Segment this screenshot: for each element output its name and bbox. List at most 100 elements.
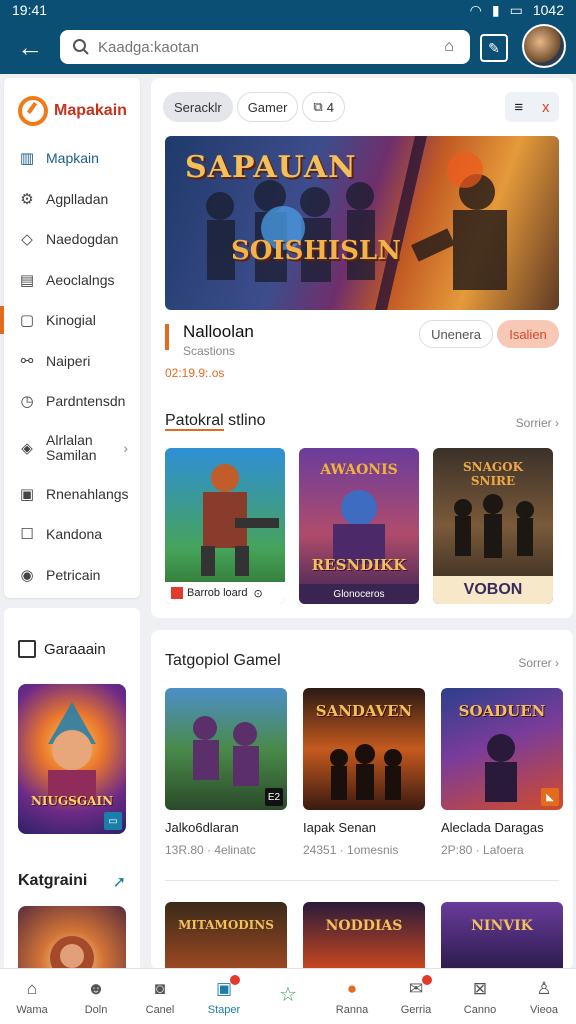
caption-badge-icon bbox=[171, 587, 183, 599]
avatar[interactable] bbox=[522, 24, 566, 68]
game-banner-text: AWAONIS bbox=[320, 462, 398, 478]
sidebar-item-radio[interactable]: ◉ Petricain bbox=[4, 555, 140, 596]
banner-title: SAPAUAN bbox=[185, 150, 357, 185]
filter-controls: ≡ x bbox=[505, 92, 559, 122]
sidebar-item-tags[interactable]: ◇ Naedogdan bbox=[4, 219, 140, 260]
nav-home[interactable]: ⌂ Wama bbox=[0, 969, 64, 1024]
star-icon: ☆ bbox=[279, 984, 297, 1006]
search-icon bbox=[70, 36, 92, 58]
sidebar-item-settings[interactable]: ⚙ Agplladan bbox=[4, 179, 140, 220]
game-meta: 24351 · 1omesnis bbox=[303, 843, 399, 857]
wifi-icon: ◠ bbox=[469, 1, 482, 18]
side-thumb-label: NIUGSGAIN bbox=[30, 794, 114, 808]
nav-people[interactable]: ☻ Doln bbox=[64, 969, 128, 1024]
controller-icon: ⊙ bbox=[253, 587, 263, 600]
game-card[interactable]: SNAGOK SNIRE VOBON bbox=[433, 448, 553, 604]
game-name: Iapak Senan bbox=[303, 820, 377, 835]
clock-icon: ◷ bbox=[20, 393, 34, 411]
featured-banner[interactable]: SAPAUAN SOISHISLN bbox=[165, 136, 559, 310]
game-tag: SNAGOK SNIRE bbox=[462, 460, 524, 488]
side-game-thumbnail-2[interactable] bbox=[18, 906, 126, 976]
chip-search[interactable]: Seracklr bbox=[163, 92, 233, 122]
banner-subtitle: SOISHISLN bbox=[231, 236, 401, 266]
promo-title: Nalloolan bbox=[183, 322, 254, 341]
checkbox-icon: ☐ bbox=[20, 526, 34, 544]
game-meta: 13R.80 · 4elinatc bbox=[165, 843, 256, 857]
game-meta: 2P:80 · Lafoera bbox=[441, 843, 524, 857]
sidebar-item-library[interactable]: ▥ Mapkain bbox=[4, 138, 140, 179]
back-arrow-icon[interactable]: ← bbox=[8, 25, 52, 69]
close-icon[interactable]: x bbox=[542, 99, 550, 116]
install-button[interactable]: Isalien bbox=[497, 320, 559, 348]
promo-meta: Scastions bbox=[183, 344, 236, 358]
game-caption: Barrob loard bbox=[187, 587, 248, 599]
sidebar-item-documents[interactable]: ▤ Aeoclalngs bbox=[4, 260, 140, 301]
search-bar[interactable]: ⌂ bbox=[60, 30, 470, 64]
section-title: Patokral stlino bbox=[165, 412, 266, 431]
wishlist-button[interactable]: Unenera bbox=[419, 320, 493, 348]
section-more-link[interactable]: Sorrer › bbox=[518, 656, 559, 670]
menu-icon[interactable]: ≡ bbox=[514, 99, 523, 116]
game-row: E2 Jalko6dlaran 13R.80 · 4elinatc SANDAV… bbox=[165, 688, 563, 857]
game-name: Aleclada Daragas bbox=[441, 820, 544, 835]
game-card[interactable]: Barrob loard ⊙ bbox=[165, 448, 285, 604]
nav-messages[interactable]: ✉ Gerria bbox=[384, 969, 448, 1024]
side-section-header: Garaaain bbox=[4, 608, 140, 658]
inbox-icon: ▣ bbox=[19, 485, 35, 503]
game-badge-icon: ◣ bbox=[541, 788, 559, 806]
game-banner-text: SOADUEN bbox=[458, 702, 546, 720]
category-card: Tatgopiol Gamel Sorrer › E2 Jalko6dlaran… bbox=[151, 630, 573, 972]
brand: Mapakain bbox=[4, 78, 140, 130]
side-game-thumbnail[interactable]: NIUGSGAIN ▭ bbox=[18, 684, 126, 834]
chip-more[interactable]: ⧉ 4 bbox=[302, 92, 345, 122]
sidebar-item-inbox[interactable]: ▣ Rnenahlangs bbox=[4, 474, 140, 515]
settings-icon: ⚙ bbox=[20, 190, 34, 208]
game-tile[interactable]: SOADUEN ◣ Aleclada Daragas 2P:80 · Lafoe… bbox=[441, 688, 563, 857]
document-icon: ▤ bbox=[19, 271, 35, 289]
status-bar: 19:41 ◠ ▮ ▭ 1042 bbox=[0, 0, 576, 20]
signal-icon: ▮ bbox=[491, 1, 500, 18]
nav-inbox[interactable]: ⊠ Canno bbox=[448, 969, 512, 1024]
kategori-header[interactable]: Katgraini ➚ bbox=[18, 872, 126, 892]
game-tile[interactable]: SANDAVEN Iapak Senan 24351 · 1omesnis bbox=[303, 688, 425, 857]
game-caption: VOBON bbox=[433, 576, 553, 604]
game-tile[interactable]: E2 Jalko6dlaran 13R.80 · 4elinatc bbox=[165, 688, 287, 857]
sidebar-item-links[interactable]: ⚯ Naiperi bbox=[4, 341, 140, 382]
chip-games[interactable]: Gamer bbox=[236, 92, 299, 122]
home-icon: ⌂ bbox=[26, 978, 38, 998]
game-tile[interactable]: NINVIK bbox=[441, 902, 563, 972]
game-tile[interactable]: MITAMODINS bbox=[165, 902, 287, 972]
copy-icon: ⧉ bbox=[313, 99, 323, 114]
sidebar-item-folder[interactable]: ▢ Kinogial bbox=[0, 300, 140, 341]
voice-search-icon[interactable]: ⌂ bbox=[438, 36, 460, 58]
search-input[interactable] bbox=[98, 38, 438, 56]
collection-icon bbox=[18, 640, 36, 658]
chevron-right-icon: › bbox=[123, 439, 128, 456]
edit-icon[interactable]: ✎ bbox=[480, 34, 508, 62]
section-more-link[interactable]: Sorrier › bbox=[516, 416, 559, 430]
arrow-right-icon: ➚ bbox=[112, 874, 126, 891]
sidebar-item-checklist[interactable]: ☐ Kandona bbox=[4, 514, 140, 555]
nav-profile[interactable]: ♙ Vieoa bbox=[512, 969, 576, 1024]
nav-store[interactable]: ▣ Staper bbox=[192, 969, 256, 1024]
sidebar-item-games[interactable]: ◈ Alrlalan Samilan › bbox=[4, 422, 140, 474]
game-tag: E2 bbox=[265, 788, 283, 806]
people-icon: ☻ bbox=[87, 978, 105, 998]
nav-hot[interactable]: ● Ranna bbox=[320, 969, 384, 1024]
section-title: Tatgopiol Gamel bbox=[165, 652, 281, 669]
library-icon: ▥ bbox=[19, 150, 35, 168]
game-tile[interactable]: NODDIAS bbox=[303, 902, 425, 972]
game-card[interactable]: AWAONIS RESNDIKK Glonoceros bbox=[299, 448, 419, 604]
featured-card: Seracklr Gamer ⧉ 4 ≡ x SAPAUAN SOISHISLN … bbox=[151, 78, 573, 618]
game-name: Jalko6dlaran bbox=[165, 820, 239, 835]
game-caption: Glonoceros bbox=[299, 584, 419, 604]
game-banner-text: SANDAVEN bbox=[315, 702, 413, 720]
camera-icon: ◙ bbox=[154, 978, 166, 998]
sidebar-lower: Garaaain NIUGSGAIN ▭ Katgraini ➚ bbox=[4, 608, 140, 976]
sidebar-item-history[interactable]: ◷ Pardntensdn bbox=[4, 381, 140, 422]
battery-text: 1042 bbox=[532, 2, 564, 18]
status-time: 19:41 bbox=[12, 2, 48, 18]
nav-camera[interactable]: ◙ Canel bbox=[128, 969, 192, 1024]
promo-price: 02:19.9:.os bbox=[165, 366, 225, 380]
nav-favorites[interactable]: ☆ bbox=[256, 969, 320, 1024]
